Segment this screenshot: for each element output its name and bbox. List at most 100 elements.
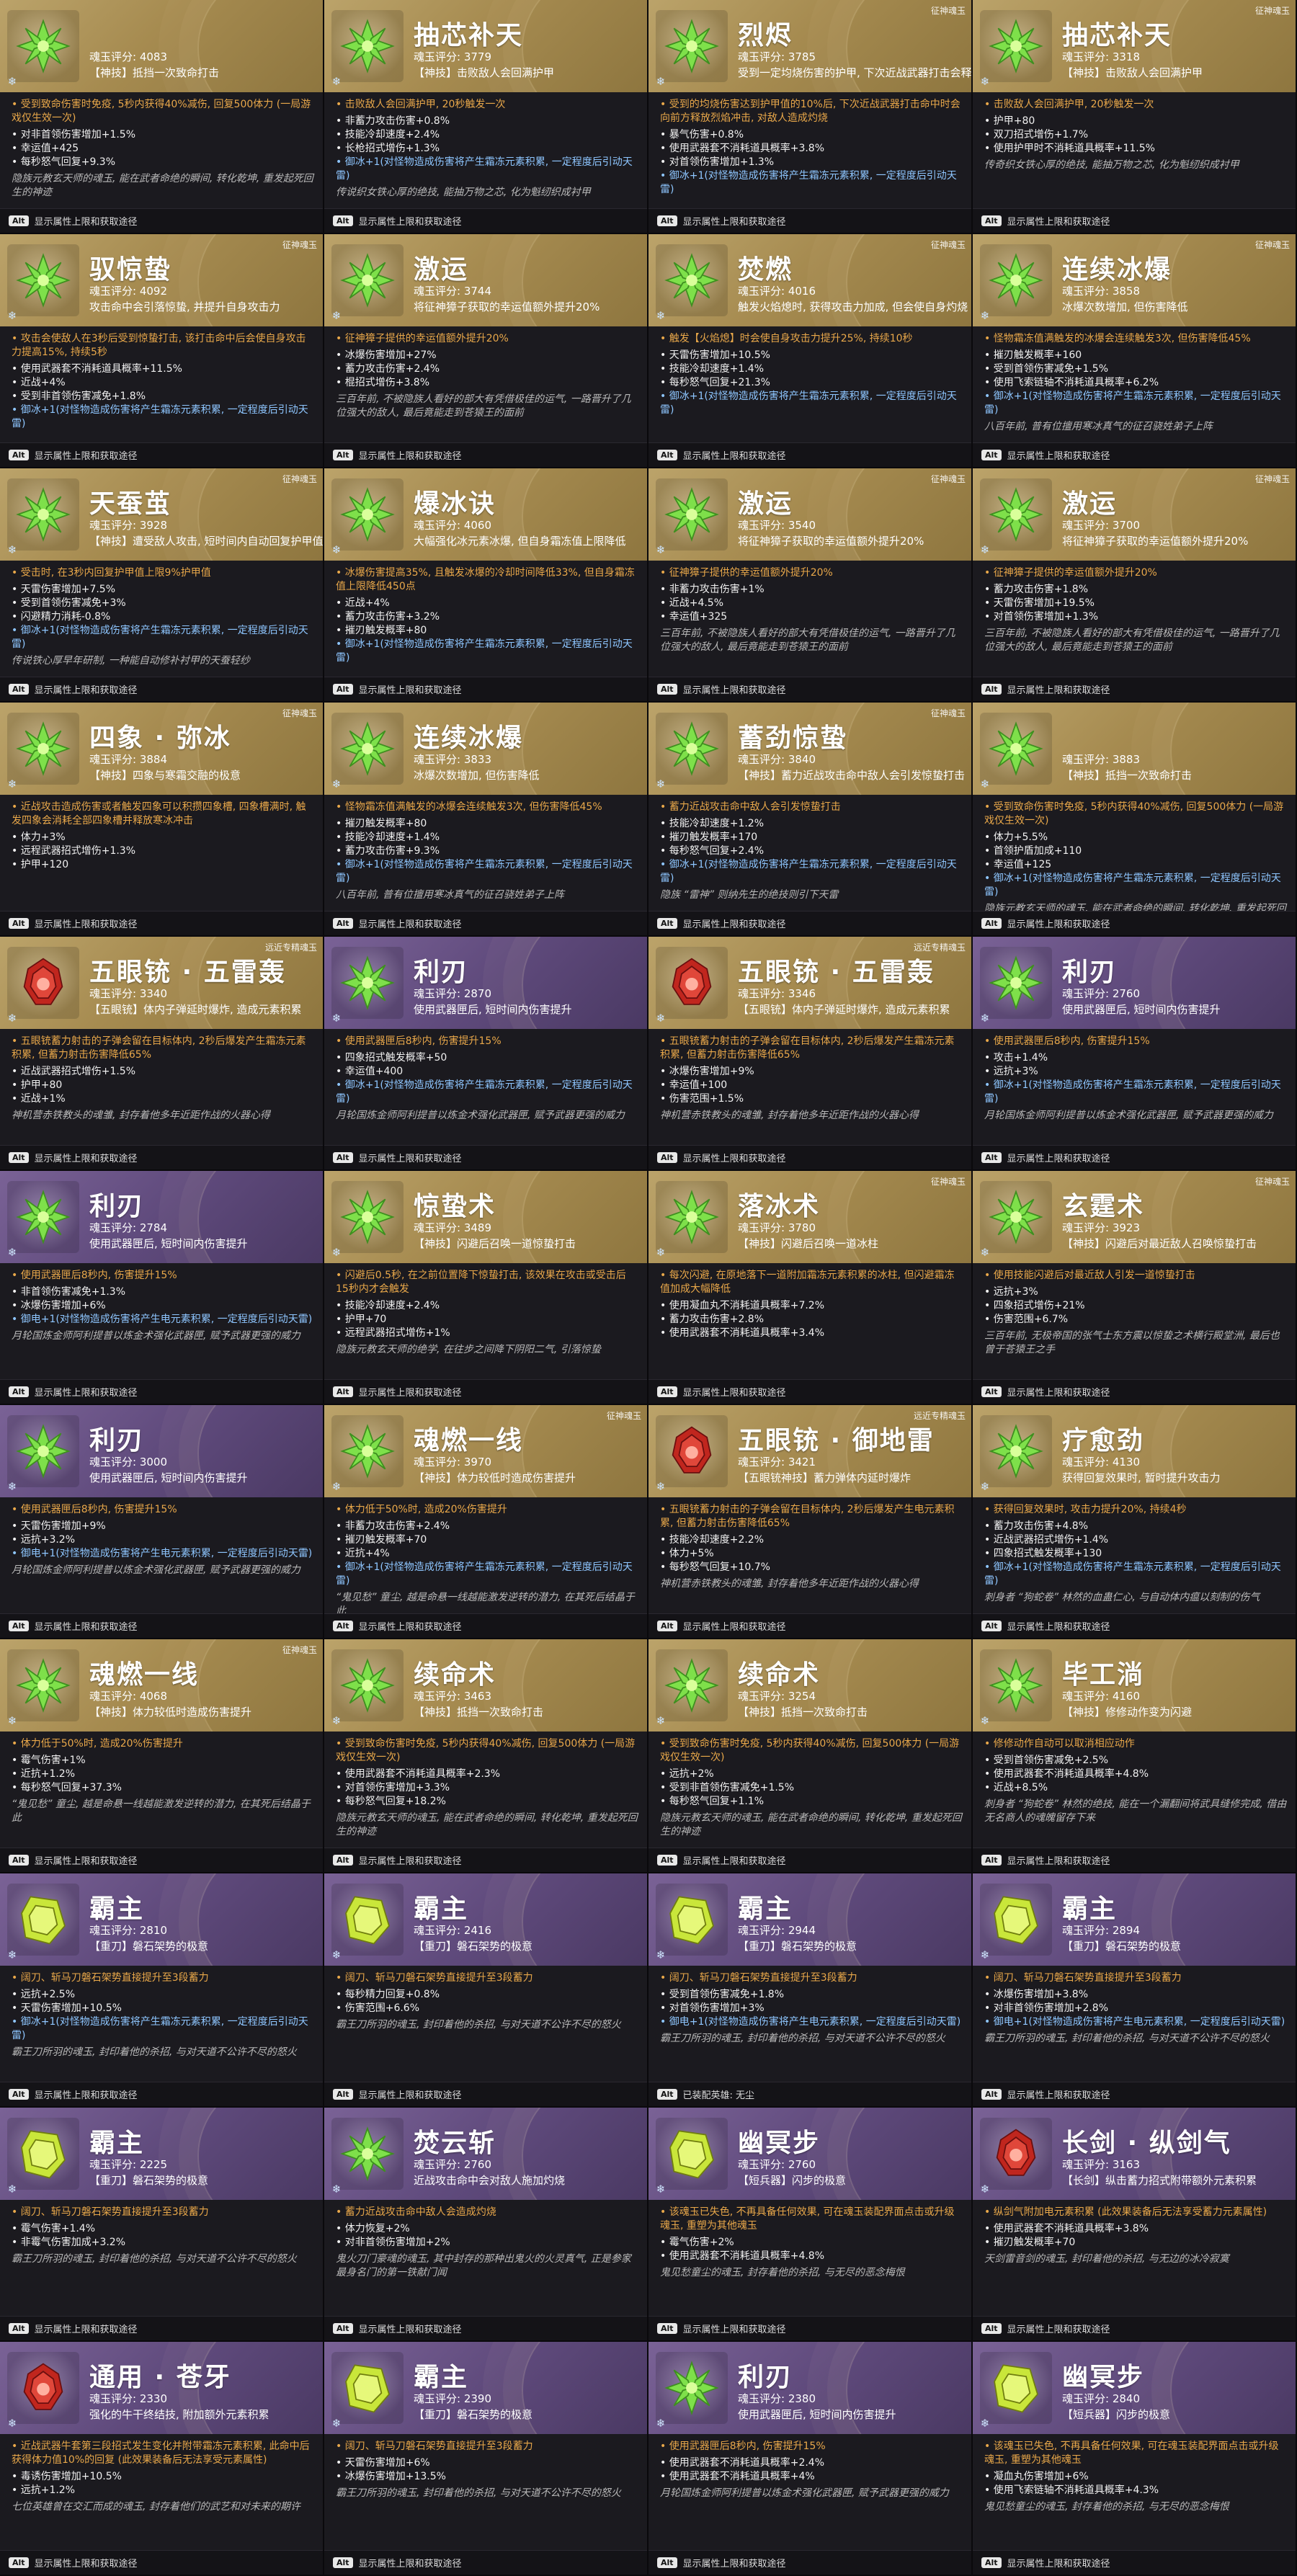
card-footer[interactable]: Alt 显示属性上限和获取途径 [973,1379,1296,1404]
soul-jade-card[interactable]: ❄ 焚云斩 魂玉评分: 2760 近战攻击命中会对敌人施加灼烧 • 蓄力近战攻击… [324,2108,648,2342]
soul-jade-card[interactable]: ❄ 征神魂玉 四象 · 弥冰 魂玉评分: 3884 【神技】四象与寒霜交融的极意… [0,703,324,937]
soul-jade-card[interactable]: ❄ 魂玉评分: 4083 【神技】抵挡一次致命打击 • 受到致命伤害时免疫, 5… [0,0,324,234]
card-footer[interactable]: Alt 显示属性上限和获取途径 [648,1145,971,1169]
card-footer[interactable]: Alt 显示属性上限和获取途径 [973,1848,1296,1872]
soul-jade-card[interactable]: ❄ 利刃 魂玉评分: 2784 使用武器匣后, 短时间内伤害提升 • 使用武器匣… [0,1171,324,1405]
card-footer[interactable]: Alt 显示属性上限和获取途径 [648,442,971,467]
show-attribute-limits-link[interactable]: 显示属性上限和获取途径 [683,1853,786,1867]
soul-jade-card[interactable]: ❄ 远近专精魂玉 五眼铳 · 五雷轰 魂玉评分: 3340 【五眼铳】体内子弹延… [0,937,324,1171]
show-attribute-limits-link[interactable]: 显示属性上限和获取途径 [359,2322,462,2335]
card-footer[interactable]: Alt 显示属性上限和获取途径 [324,1848,647,1872]
card-footer[interactable]: Alt 显示属性上限和获取途径 [0,2550,323,2575]
card-footer[interactable]: Alt 显示属性上限和获取途径 [648,208,971,233]
soul-jade-card[interactable]: ❄ 霸主 魂玉评分: 2225 【重刀】磐石架势的极意 • 阔刀、斩马刀磐石架势… [0,2108,324,2342]
card-footer[interactable]: Alt 显示属性上限和获取途径 [973,911,1296,935]
show-attribute-limits-link[interactable]: 显示属性上限和获取途径 [35,214,138,228]
show-attribute-limits-link[interactable]: 已装配英雄: 无尘 [683,2087,755,2101]
soul-jade-card[interactable]: ❄ 征神魂玉 激运 魂玉评分: 3700 将征神獐子获取的幸运值额外提升20% … [973,468,1297,703]
show-attribute-limits-link[interactable]: 显示属性上限和获取途径 [683,2556,786,2570]
show-attribute-limits-link[interactable]: 显示属性上限和获取途径 [359,682,462,696]
soul-jade-card[interactable]: ❄ 远近专精魂玉 五眼铳 · 御地雷 魂玉评分: 3421 【五眼铳神技】蓄力弹… [648,1405,973,1639]
show-attribute-limits-link[interactable]: 显示属性上限和获取途径 [359,1619,462,1633]
soul-jade-card[interactable]: ❄ 抽芯补天 魂玉评分: 3779 【神技】击败敌人会回满护甲 • 击败敌人会回… [324,0,648,234]
soul-jade-card[interactable]: ❄ 征神魂玉 焚燃 魂玉评分: 4016 触发火焰熄时, 获得攻击力加成, 但会… [648,234,973,468]
show-attribute-limits-link[interactable]: 显示属性上限和获取途径 [359,214,462,228]
card-footer[interactable]: Alt 显示属性上限和获取途径 [0,2316,323,2340]
card-footer[interactable]: Alt 显示属性上限和获取途径 [324,1145,647,1169]
show-attribute-limits-link[interactable]: 显示属性上限和获取途径 [359,448,462,462]
soul-jade-card[interactable]: ❄ 远近专精魂玉 五眼铳 · 五雷轰 魂玉评分: 3346 【五眼铳】体内子弹延… [648,937,973,1171]
show-attribute-limits-link[interactable]: 显示属性上限和获取途径 [1007,1385,1110,1399]
soul-jade-card[interactable]: ❄ 霸主 魂玉评分: 2390 【重刀】磐石架势的极意 • 阔刀、斩马刀磐石架势… [324,2342,648,2576]
show-attribute-limits-link[interactable]: 显示属性上限和获取途径 [35,682,138,696]
soul-jade-card[interactable]: ❄ 利刃 魂玉评分: 2380 使用武器匣后, 短时间内伤害提升 • 使用武器匣… [648,2342,973,2576]
soul-jade-card[interactable]: ❄ 利刃 魂玉评分: 3000 使用武器匣后, 短时间内伤害提升 • 使用武器匣… [0,1405,324,1639]
card-footer[interactable]: Alt 显示属性上限和获取途径 [648,1848,971,1872]
card-footer[interactable]: Alt 显示属性上限和获取途径 [973,442,1296,467]
soul-jade-card[interactable]: ❄ 惊蛰术 魂玉评分: 3489 【神技】闪避后召唤一道惊蛰打击 • 闪避后0.… [324,1171,648,1405]
card-footer[interactable]: Alt 显示属性上限和获取途径 [324,2550,647,2575]
show-attribute-limits-link[interactable]: 显示属性上限和获取途径 [35,2322,138,2335]
card-footer[interactable]: Alt 显示属性上限和获取途径 [973,1613,1296,1638]
show-attribute-limits-link[interactable]: 显示属性上限和获取途径 [1007,917,1110,930]
soul-jade-card[interactable]: ❄ 征神魂玉 连续冰爆 魂玉评分: 3858 冰爆次数增加, 但伤害降低 • 怪… [973,234,1297,468]
card-footer[interactable]: Alt 显示属性上限和获取途径 [324,208,647,233]
card-footer[interactable]: Alt 显示属性上限和获取途径 [324,911,647,935]
card-footer[interactable]: Alt 显示属性上限和获取途径 [973,2316,1296,2340]
soul-jade-card[interactable]: ❄ 征神魂玉 魂燃一线 魂玉评分: 4068 【神技】体力较低时造成伤害提升 •… [0,1639,324,1873]
card-footer[interactable]: Alt 显示属性上限和获取途径 [973,2550,1296,2575]
soul-jade-card[interactable]: ❄ 霸主 魂玉评分: 2416 【重刀】磐石架势的极意 • 阔刀、斩马刀磐石架势… [324,1873,648,2108]
soul-jade-card[interactable]: ❄ 征神魂玉 烈烬 魂玉评分: 3785 受到一定均烧伤害的护甲, 下次近战武器… [648,0,973,234]
show-attribute-limits-link[interactable]: 显示属性上限和获取途径 [35,1385,138,1399]
card-footer[interactable]: Alt 显示属性上限和获取途径 [648,2316,971,2340]
soul-jade-card[interactable]: ❄ 长剑 · 纵剑气 魂玉评分: 3163 【长剑】纵击蓄力招式附带额外元素积累… [973,2108,1297,2342]
show-attribute-limits-link[interactable]: 显示属性上限和获取途径 [683,2322,786,2335]
show-attribute-limits-link[interactable]: 显示属性上限和获取途径 [35,1853,138,1867]
soul-jade-card[interactable]: ❄ 连续冰爆 魂玉评分: 3833 冰爆次数增加, 但伤害降低 • 怪物霜冻值满… [324,703,648,937]
soul-jade-card[interactable]: ❄ 激运 魂玉评分: 3744 将征神獐子获取的幸运值额外提升20% • 征神獐… [324,234,648,468]
show-attribute-limits-link[interactable]: 显示属性上限和获取途径 [1007,1853,1110,1867]
card-footer[interactable]: Alt 显示属性上限和获取途径 [0,1145,323,1169]
soul-jade-card[interactable]: ❄ 征神魂玉 魂燃一线 魂玉评分: 3970 【神技】体力较低时造成伤害提升 •… [324,1405,648,1639]
card-footer[interactable]: Alt 显示属性上限和获取途径 [0,1379,323,1404]
card-footer[interactable]: Alt 显示属性上限和获取途径 [0,1848,323,1872]
show-attribute-limits-link[interactable]: 显示属性上限和获取途径 [683,448,786,462]
soul-jade-card[interactable]: ❄ 征神魂玉 抽芯补天 魂玉评分: 3318 【神技】击败敌人会回满护甲 • 击… [973,0,1297,234]
card-footer[interactable]: Alt 显示属性上限和获取途径 [648,911,971,935]
soul-jade-card[interactable]: ❄ 通用 · 苍牙 魂玉评分: 2330 强化的牛干终结技, 附加额外元素积累 … [0,2342,324,2576]
card-footer[interactable]: Alt 显示属性上限和获取途径 [973,208,1296,233]
card-footer[interactable]: Alt 显示属性上限和获取途径 [973,2082,1296,2106]
card-footer[interactable]: Alt 显示属性上限和获取途径 [973,677,1296,701]
show-attribute-limits-link[interactable]: 显示属性上限和获取途径 [35,1151,138,1164]
soul-jade-card[interactable]: ❄ 利刃 魂玉评分: 2870 使用武器匣后, 短时间内伤害提升 • 使用武器匣… [324,937,648,1171]
show-attribute-limits-link[interactable]: 显示属性上限和获取途径 [35,1619,138,1633]
card-footer[interactable]: Alt 显示属性上限和获取途径 [648,677,971,701]
show-attribute-limits-link[interactable]: 显示属性上限和获取途径 [1007,448,1110,462]
card-footer[interactable]: Alt 显示属性上限和获取途径 [648,1379,971,1404]
soul-jade-card[interactable]: ❄ 霸主 魂玉评分: 2810 【重刀】磐石架势的极意 • 阔刀、斩马刀磐石架势… [0,1873,324,2108]
soul-jade-card[interactable]: ❄ 疗愈劲 魂玉评分: 4130 获得回复效果时, 暂时提升攻击力 • 获得回复… [973,1405,1297,1639]
soul-jade-card[interactable]: ❄ 征神魂玉 玄霆术 魂玉评分: 3923 【神技】闪避后对最近敌人召唤惊蛰打击… [973,1171,1297,1405]
card-footer[interactable]: Alt 显示属性上限和获取途径 [324,442,647,467]
soul-jade-card[interactable]: ❄ 征神魂玉 激运 魂玉评分: 3540 将征神獐子获取的幸运值额外提升20% … [648,468,973,703]
card-footer[interactable]: Alt 显示属性上限和获取途径 [0,911,323,935]
show-attribute-limits-link[interactable]: 显示属性上限和获取途径 [35,448,138,462]
soul-jade-card[interactable]: ❄ 利刃 魂玉评分: 2760 使用武器匣后, 短时间内伤害提升 • 使用武器匣… [973,937,1297,1171]
show-attribute-limits-link[interactable]: 显示属性上限和获取途径 [683,917,786,930]
show-attribute-limits-link[interactable]: 显示属性上限和获取途径 [359,2556,462,2570]
card-footer[interactable]: Alt 显示属性上限和获取途径 [324,1613,647,1638]
soul-jade-card[interactable]: ❄ 续命术 魂玉评分: 3254 【神技】抵挡一次致命打击 • 受到致命伤害时免… [648,1639,973,1873]
card-footer[interactable]: Alt 显示属性上限和获取途径 [648,1613,971,1638]
show-attribute-limits-link[interactable]: 显示属性上限和获取途径 [1007,1619,1110,1633]
show-attribute-limits-link[interactable]: 显示属性上限和获取途径 [359,1853,462,1867]
card-footer[interactable]: Alt 已装配英雄: 无尘 [648,2082,971,2106]
card-footer[interactable]: Alt 显示属性上限和获取途径 [0,208,323,233]
card-footer[interactable]: Alt 显示属性上限和获取途径 [0,2082,323,2106]
card-footer[interactable]: Alt 显示属性上限和获取途径 [324,2316,647,2340]
show-attribute-limits-link[interactable]: 显示属性上限和获取途径 [1007,2322,1110,2335]
show-attribute-limits-link[interactable]: 显示属性上限和获取途径 [1007,2087,1110,2101]
show-attribute-limits-link[interactable]: 显示属性上限和获取途径 [683,214,786,228]
show-attribute-limits-link[interactable]: 显示属性上限和获取途径 [1007,682,1110,696]
card-footer[interactable]: Alt 显示属性上限和获取途径 [0,677,323,701]
soul-jade-card[interactable]: ❄ 征神魂玉 驭惊蛰 魂玉评分: 4092 攻击命中会引落惊蛰, 并提升自身攻击… [0,234,324,468]
